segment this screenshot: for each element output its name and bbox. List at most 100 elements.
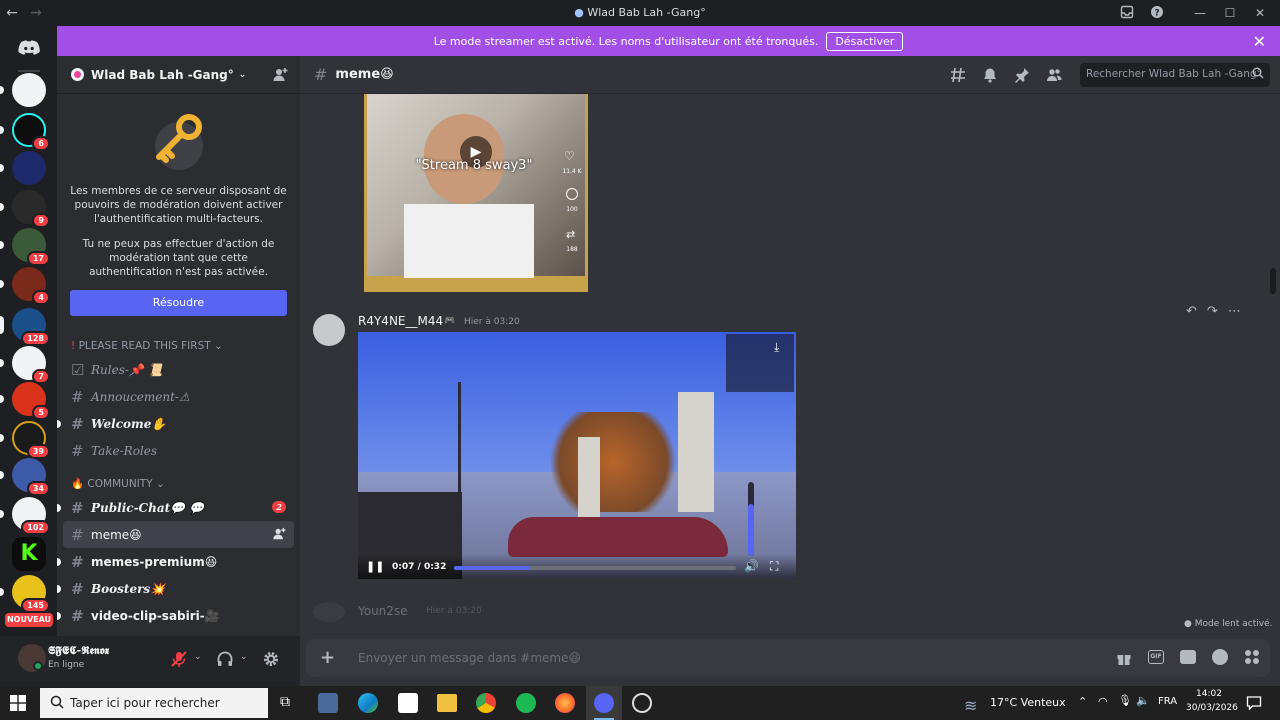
apps-icon[interactable] [1244, 649, 1260, 665]
channel-video-clip[interactable]: # video-clip-sabiri-🎥 [57, 602, 294, 629]
close-window-icon[interactable]: ✕ [1252, 5, 1268, 21]
volume-slider[interactable] [748, 482, 754, 556]
mic-muted-icon[interactable] [170, 650, 188, 668]
channel-meme[interactable]: # meme😆 [63, 521, 294, 548]
mfa-text-2: Tu ne peux pas effectuer d'action de mod… [82, 238, 275, 278]
message-avatar[interactable] [313, 602, 345, 622]
app-icon-files[interactable] [318, 693, 338, 713]
add-attachment-icon[interactable]: + [320, 647, 335, 668]
clock-time[interactable]: 14:02 [1186, 689, 1232, 699]
channel-welcome[interactable]: # Welcome✋ [57, 410, 294, 437]
reply-icon[interactable]: ↶ [1186, 304, 1197, 319]
video-embed[interactable]: ▶ "Stream 8 sway3" ♡ 11,4 K 100 ⇄ 188 [364, 94, 588, 292]
edge-icon[interactable] [358, 693, 378, 713]
channel-boosters[interactable]: # Boosters💥 [57, 575, 294, 602]
message-avatar[interactable] [313, 314, 345, 346]
video-hud [726, 334, 794, 392]
message-author[interactable]: R4Y4NE__M44 [358, 314, 443, 328]
mfa-notice: Les membres de ce serveur disposant de p… [57, 94, 300, 324]
search-input[interactable]: Rechercher Wlad Bab Lah -Gang° [1080, 63, 1270, 87]
gif-icon[interactable]: GIF [1148, 650, 1164, 664]
video-player[interactable]: ⤓ ❚❚ 0:07 / 0:32 🔊 ⛶ [358, 332, 796, 579]
language-indicator[interactable]: FRA [1158, 696, 1177, 707]
wifi-icon[interactable]: ◠ [1098, 695, 1108, 708]
server-icon-9[interactable]: 5 [0, 382, 50, 420]
server-icon-8[interactable]: 7 [0, 346, 50, 384]
discord-home-icon[interactable] [12, 31, 46, 65]
sticker-icon[interactable] [1180, 650, 1196, 664]
pause-icon[interactable]: ❚❚ [366, 560, 384, 573]
inbox-icon[interactable] [1120, 5, 1136, 21]
server-icon-2[interactable]: 6 [0, 113, 50, 151]
video-progress[interactable] [454, 566, 736, 570]
server-icon-14[interactable]: 145 [0, 575, 50, 613]
server-icon-3[interactable] [0, 151, 46, 185]
message-timestamp: Hier à 03:20 [426, 606, 482, 616]
message-author[interactable]: Youn2se [358, 604, 408, 618]
speaker-icon[interactable]: 🔈 [1136, 694, 1150, 707]
more-icon[interactable]: ⋯ [1228, 304, 1241, 319]
forward-icon[interactable]: ↷ [1207, 304, 1218, 319]
server-icon-10[interactable]: 39 [0, 421, 50, 459]
task-view-icon[interactable]: ⧉ [280, 694, 290, 710]
clock-date[interactable]: 30/03/2026 [1186, 703, 1238, 713]
server-icon-kick[interactable]: K [12, 537, 46, 571]
server-icon-7[interactable]: 128 [0, 308, 50, 346]
gift-icon[interactable] [1116, 650, 1132, 666]
headphones-icon[interactable] [216, 650, 234, 668]
members-icon[interactable] [1046, 67, 1062, 83]
taskbar-search-input[interactable]: Taper ici pour rechercher [40, 688, 268, 718]
server-icon-6[interactable]: 4 [0, 267, 50, 305]
maximize-icon[interactable]: ☐ [1222, 5, 1238, 21]
volume-icon[interactable]: 🔊 [744, 559, 759, 573]
fullscreen-icon[interactable]: ⛶ [770, 559, 778, 574]
chevron-up-icon[interactable]: ⌃ [1078, 695, 1087, 708]
resolve-button[interactable]: Résoudre [70, 290, 287, 316]
server-icon-12[interactable]: 102 [0, 497, 50, 535]
bell-icon[interactable] [982, 67, 998, 83]
unread-pill [0, 471, 4, 479]
download-icon[interactable]: ⤓ [774, 340, 779, 355]
minimize-icon[interactable]: — [1192, 5, 1208, 21]
spotify-icon[interactable] [516, 693, 536, 713]
close-banner-icon[interactable]: ✕ [1253, 32, 1266, 51]
server-icon-11[interactable]: 34 [0, 458, 50, 496]
pin-icon[interactable] [1014, 67, 1030, 83]
notifications-icon[interactable] [1246, 695, 1262, 711]
channel-rules[interactable]: ☑ Rules-📌 📜 [63, 356, 294, 383]
server-icon-5[interactable]: 17 [0, 228, 50, 266]
microphone-icon[interactable]: 🎙 [1118, 694, 1132, 707]
weather-text[interactable]: 17°C Venteux [990, 696, 1066, 709]
category-header[interactable]: ! PLEASE READ THIS FIRST ⌄ [57, 336, 300, 356]
server-header[interactable]: Wlad Bab Lah -Gang° ⌄ [57, 56, 300, 94]
message-input[interactable]: + Envoyer un message dans #meme😆 GIF [306, 639, 1270, 677]
emoji-icon[interactable] [1212, 649, 1228, 665]
file-explorer-icon[interactable] [437, 694, 457, 712]
windows-start-icon[interactable] [10, 695, 26, 711]
channel-memes-premium[interactable]: # memes-premium😆 [57, 548, 294, 575]
threads-icon[interactable] [950, 67, 966, 83]
chevron-down-icon[interactable]: ⌄ [194, 652, 202, 662]
channel-announcement[interactable]: # Annoucement-⚠ [63, 383, 294, 410]
discord-taskbar-button[interactable] [586, 686, 622, 720]
settings-gear-icon[interactable] [262, 650, 280, 668]
new-badge[interactable]: NOUVEAU [5, 613, 53, 627]
unread-pill [0, 510, 4, 518]
store-icon[interactable] [398, 693, 418, 713]
channel-public-chat[interactable]: # Public-Chat💬 💬 2 [57, 494, 294, 521]
chat-scrollbar[interactable] [1270, 268, 1276, 294]
help-icon[interactable]: ? [1150, 5, 1166, 21]
server-icon-4[interactable]: 9 [0, 190, 50, 228]
chevron-down-icon[interactable]: ⌄ [240, 652, 248, 662]
chrome-icon[interactable] [476, 693, 496, 713]
app-icon-record[interactable] [632, 693, 652, 713]
category-header[interactable]: 🔥 COMMUNITY ⌄ [57, 474, 300, 494]
invite-icon[interactable] [272, 527, 286, 541]
message-placeholder: Envoyer un message dans #meme😆 [358, 651, 581, 665]
server-icon-1[interactable] [0, 73, 46, 107]
channel-take-roles[interactable]: # Take-Roles [63, 437, 294, 464]
mention-badge: 34 [26, 481, 50, 496]
invite-people-icon[interactable] [272, 67, 288, 83]
firefox-icon[interactable] [555, 693, 575, 713]
disable-streamer-button[interactable]: Désactiver [826, 31, 904, 51]
